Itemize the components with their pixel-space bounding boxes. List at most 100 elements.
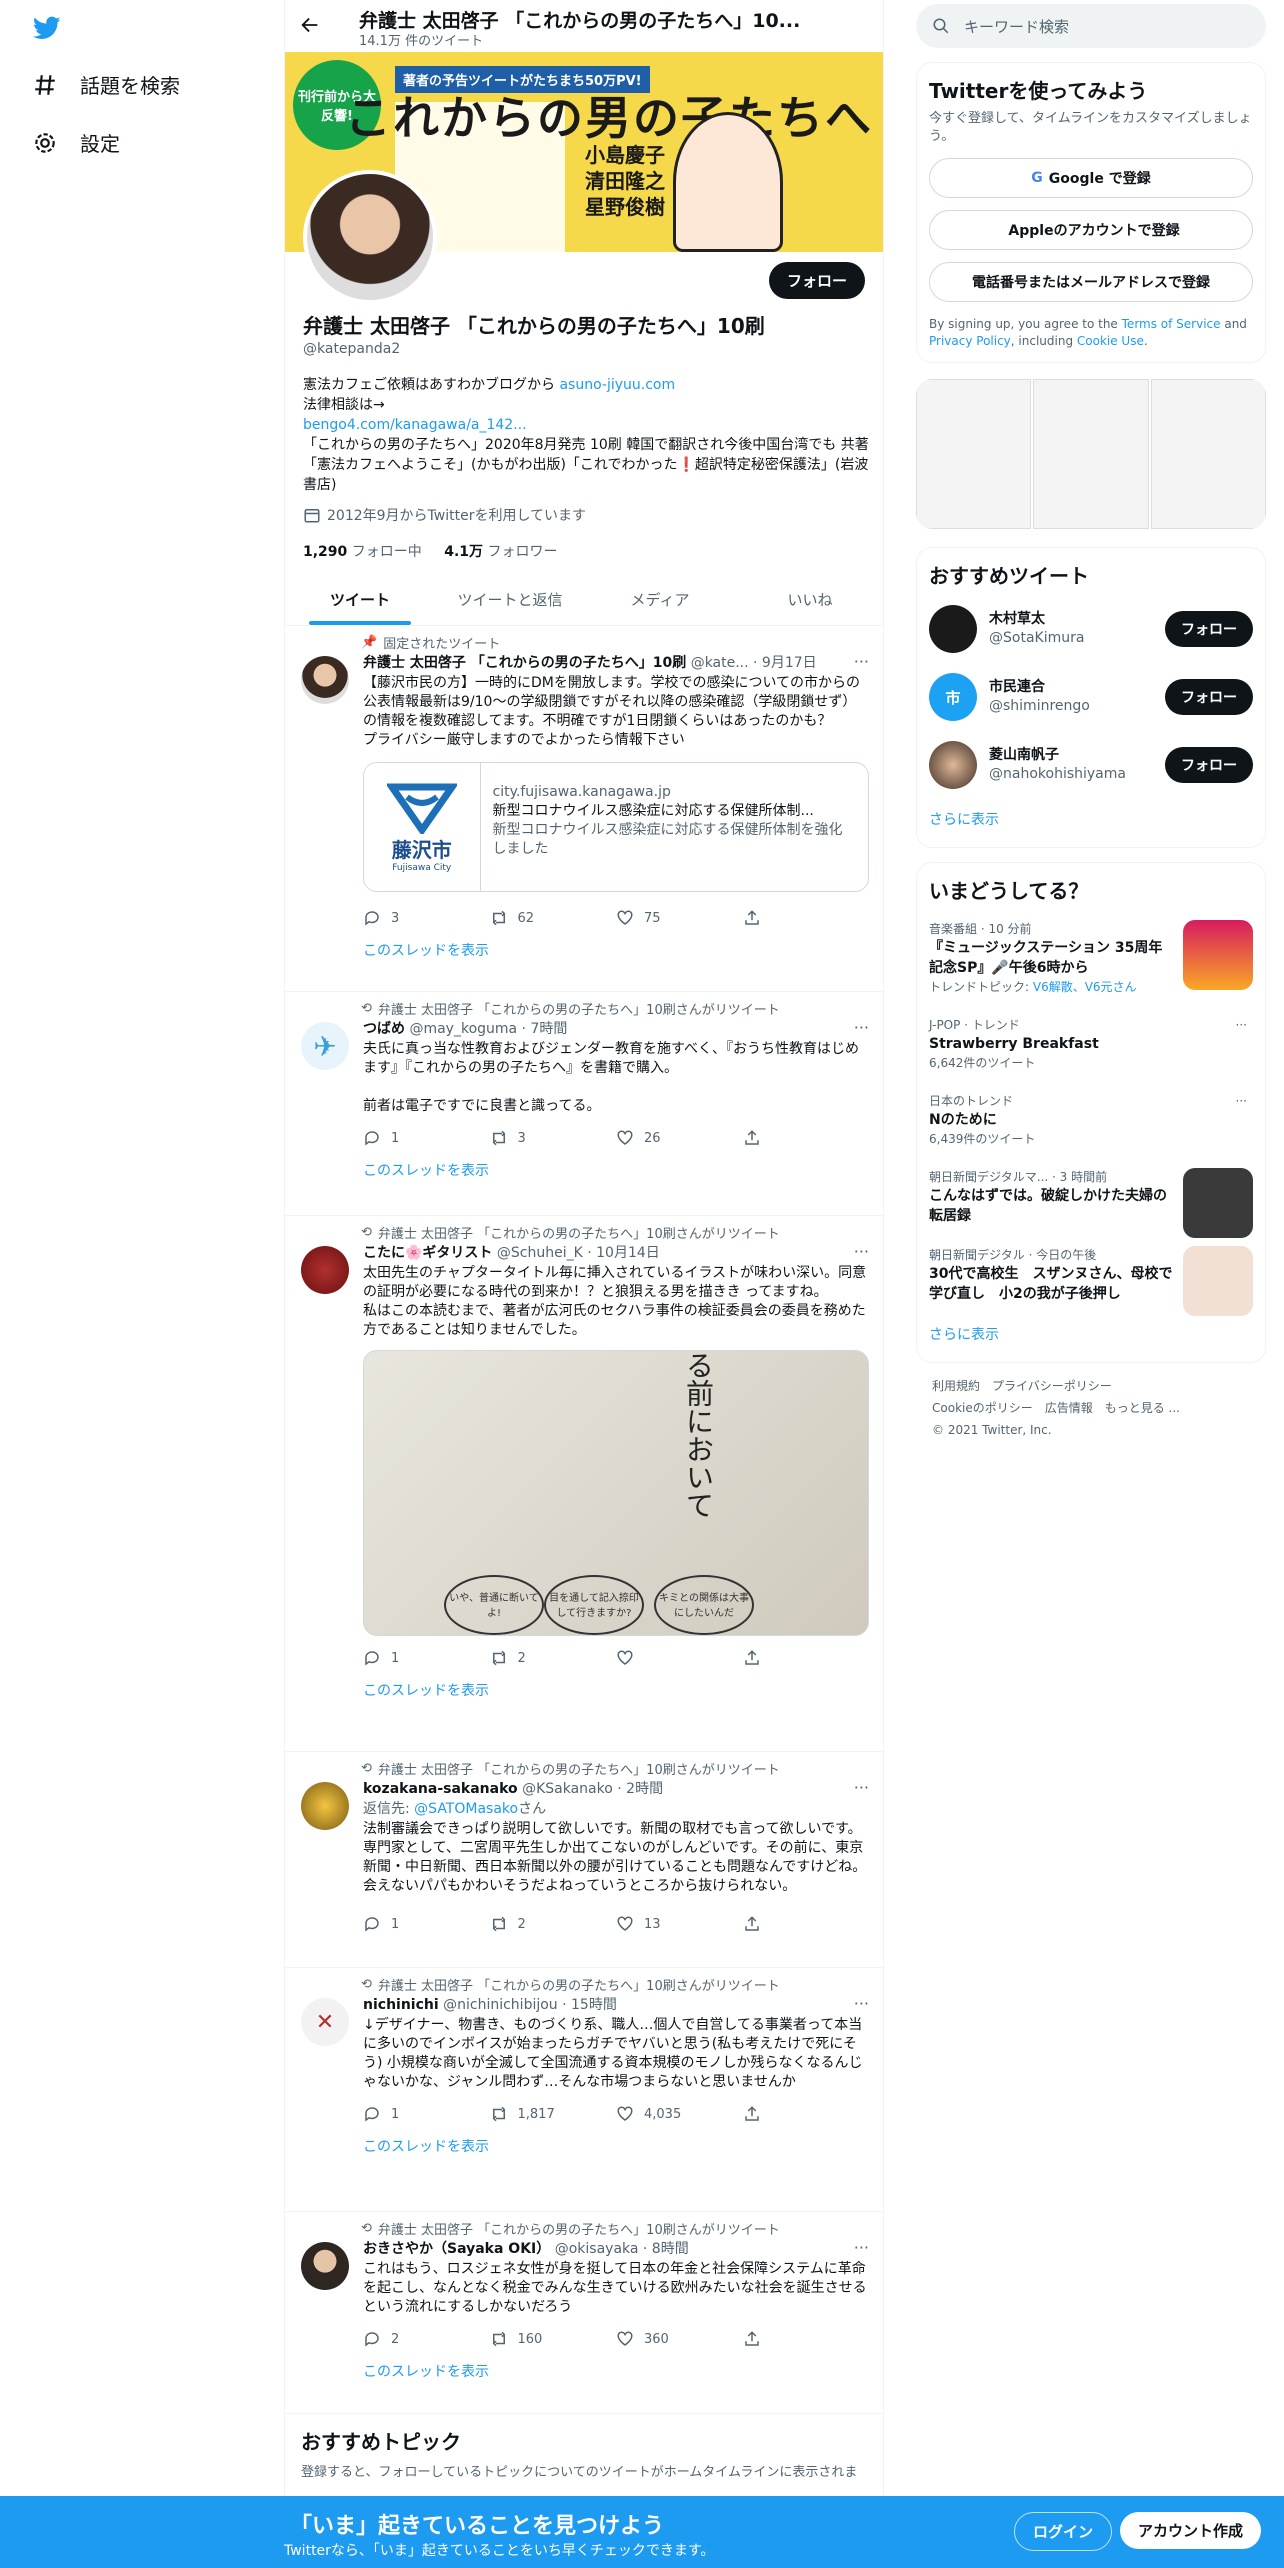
like-button[interactable]: 4,035 [616, 2105, 743, 2123]
account-row[interactable]: 木村草太 @SotaKimura フォロー [929, 595, 1253, 663]
media-thumb[interactable] [1033, 379, 1149, 529]
reply-button[interactable]: 3 [363, 909, 490, 927]
follow-button[interactable]: フォロー [768, 262, 865, 299]
avatar[interactable] [301, 1246, 349, 1294]
show-thread-link[interactable]: このスレッドを表示 [363, 2361, 869, 2395]
media-grid[interactable] [916, 379, 1266, 529]
more-icon[interactable]: ··· [854, 1778, 869, 1797]
avatar[interactable]: ✕ [301, 1998, 349, 2046]
reply-button[interactable]: 1 [363, 1915, 490, 1933]
nav-explore[interactable]: 話題を検索 [32, 70, 180, 99]
reply-button[interactable]: 1 [363, 2105, 490, 2123]
show-thread-link[interactable]: このスレッドを表示 [363, 1160, 869, 1194]
trend-item[interactable]: 音楽番組 · 10 分前 『ミュージックステーション 35周年記念SP』🎤午後6時… [929, 910, 1253, 1006]
retweet-button[interactable]: 1,817 [490, 2105, 617, 2123]
like-button[interactable]: 360 [616, 2330, 743, 2348]
share-button[interactable] [743, 1129, 870, 1147]
tweet[interactable]: ⟲ 弁護士 太田啓子 「これからの男の子たちへ」10刷さんがリツイート ··· k… [285, 1752, 883, 1968]
author-name[interactable]: 弁護士 太田啓子 「これからの男の子たちへ」10刷 [363, 655, 686, 671]
author-name[interactable]: nichinichi [363, 1997, 439, 2013]
trend-item[interactable]: 朝日新聞デジタル · 今日の午後 30代で高校生 スザンヌさん、母校で学び直し 小… [929, 1236, 1253, 1316]
reply-button[interactable]: 1 [363, 1649, 490, 1667]
more-icon[interactable]: ··· [1236, 1016, 1247, 1034]
trend-item[interactable]: 日本のトレンド Nのために 6,439件のツイート ··· [929, 1082, 1253, 1158]
reply-button[interactable]: 1 [363, 1129, 490, 1147]
tweet[interactable]: 📌 固定されたツイート ··· 弁護士 太田啓子 「これからの男の子たちへ」10刷… [285, 626, 883, 992]
more-icon[interactable]: ··· [854, 1018, 869, 1037]
avatar[interactable] [929, 605, 977, 653]
trend-item[interactable]: J-POP · トレンド Strawberry Breakfast 6,642件のツ… [929, 1006, 1253, 1082]
tweet[interactable]: ⟲ 弁護士 太田啓子 「これからの男の子たちへ」10刷さんがリツイート ··· お… [285, 2212, 883, 2414]
show-thread-link[interactable]: このスレッドを表示 [363, 1680, 869, 1714]
following-link[interactable]: 1,290 フォロー中 [303, 544, 422, 560]
avatar[interactable] [301, 656, 349, 704]
back-arrow-icon[interactable] [299, 14, 321, 36]
like-button[interactable]: 26 [616, 1129, 743, 1147]
apple-signup-button[interactable]: Appleのアカウントで登録 [929, 210, 1253, 250]
bio-link-1[interactable]: asuno-jiyuu.com [559, 377, 675, 393]
profile-avatar[interactable] [303, 170, 437, 304]
media-thumb[interactable] [916, 379, 1032, 529]
tweet-photo[interactable]: る前において いや、普通に断いてよ! 目を通して記入捺印して行きますか? キミと… [363, 1350, 869, 1636]
account-row[interactable]: 市市民連合 @shiminrengo フォロー [929, 663, 1253, 731]
reply-to-link[interactable]: @SATOMasako [414, 1801, 518, 1817]
followers-link[interactable]: 4.1万 フォロワー [444, 544, 557, 560]
trend-links[interactable]: V6解散、V6元さん [1033, 980, 1137, 994]
google-signup-button[interactable]: G Google で登録 [929, 158, 1253, 198]
like-button[interactable]: 75 [616, 909, 743, 927]
bio-link-2[interactable]: bengo4.com/kanagawa/a_142... [303, 415, 869, 435]
avatar[interactable]: ✈ [301, 1022, 349, 1070]
author-name[interactable]: こたに🌸ギタリスト [363, 1245, 492, 1261]
more-icon[interactable]: ··· [854, 1994, 869, 2013]
show-more-link[interactable]: さらに表示 [929, 1314, 1253, 1350]
retweet-button[interactable]: 3 [490, 1129, 617, 1147]
retweet-button[interactable]: 160 [490, 2330, 617, 2348]
avatar[interactable]: 市 [929, 673, 977, 721]
follow-button[interactable]: フォロー [1165, 679, 1253, 715]
reply-button[interactable]: 2 [363, 2330, 490, 2348]
tweet[interactable]: ⟲ 弁護士 太田啓子 「これからの男の子たちへ」10刷さんがリツイート ✕ ···… [285, 1968, 883, 2212]
retweet-button[interactable]: 2 [490, 1915, 617, 1933]
show-more-link[interactable]: さらに表示 [929, 799, 1253, 835]
tab-tweets[interactable]: ツイート [285, 574, 435, 625]
show-thread-link[interactable]: このスレッドを表示 [363, 940, 869, 974]
more-icon[interactable]: ··· [854, 2238, 869, 2257]
retweet-button[interactable]: 2 [490, 1649, 617, 1667]
share-button[interactable] [743, 1649, 870, 1667]
more-icon[interactable]: ··· [854, 1242, 869, 1261]
author-name[interactable]: kozakana-sakanako [363, 1781, 518, 1797]
search-bar[interactable]: キーワード検索 [916, 4, 1266, 48]
author-name[interactable]: おきさやか（Sayaka OKI） [363, 2241, 550, 2257]
account-row[interactable]: 菱山南帆子 @nahokohishiyama フォロー [929, 731, 1253, 799]
like-button[interactable] [616, 1649, 743, 1667]
trend-item[interactable]: 朝日新聞デジタルマ... · 3 時間前 こんなはずでは。破綻しかけた夫婦の転居録 [929, 1158, 1253, 1238]
footer-links[interactable]: Cookieのポリシー 広告情報 もっと見る ... [932, 1397, 1250, 1419]
retweet-button[interactable]: 62 [490, 909, 617, 927]
link-card[interactable]: 藤沢市 Fujisawa City city.fujisawa.kanagawa… [363, 762, 869, 892]
share-button[interactable] [743, 2105, 870, 2123]
tweet[interactable]: ⟲ 弁護士 太田啓子 「これからの男の子たちへ」10刷さんがリツイート ✈ ···… [285, 992, 883, 1216]
privacy-link[interactable]: Privacy Policy [929, 334, 1011, 348]
login-button[interactable]: ログイン [1014, 2512, 1113, 2551]
show-thread-link[interactable]: このスレッドを表示 [363, 2136, 869, 2170]
more-icon[interactable]: ··· [1236, 1092, 1247, 1110]
nav-settings[interactable]: 設定 [32, 128, 120, 157]
author-name[interactable]: つばめ [363, 1021, 405, 1037]
tweet[interactable]: ⟲ 弁護士 太田啓子 「これからの男の子たちへ」10刷さんがリツイート ··· こ… [285, 1216, 883, 1752]
avatar[interactable] [301, 2242, 349, 2290]
cookie-link[interactable]: Cookie Use [1077, 334, 1144, 348]
like-button[interactable]: 13 [616, 1915, 743, 1933]
share-button[interactable] [743, 909, 870, 927]
follow-button[interactable]: フォロー [1165, 747, 1253, 783]
footer-links[interactable]: 利用規約 プライバシーポリシー [932, 1375, 1250, 1397]
tab-likes[interactable]: いいね [735, 574, 883, 625]
tab-tweets-replies[interactable]: ツイートと返信 [435, 574, 585, 625]
follow-button[interactable]: フォロー [1165, 611, 1253, 647]
phone-signup-button[interactable]: 電話番号またはメールアドレスで登録 [929, 262, 1253, 302]
media-thumb[interactable] [1150, 379, 1266, 529]
tab-media[interactable]: メディア [585, 574, 735, 625]
signup-button[interactable]: アカウント作成 [1120, 2512, 1262, 2549]
avatar[interactable] [929, 741, 977, 789]
more-icon[interactable]: ··· [854, 652, 869, 671]
share-button[interactable] [743, 2330, 870, 2348]
